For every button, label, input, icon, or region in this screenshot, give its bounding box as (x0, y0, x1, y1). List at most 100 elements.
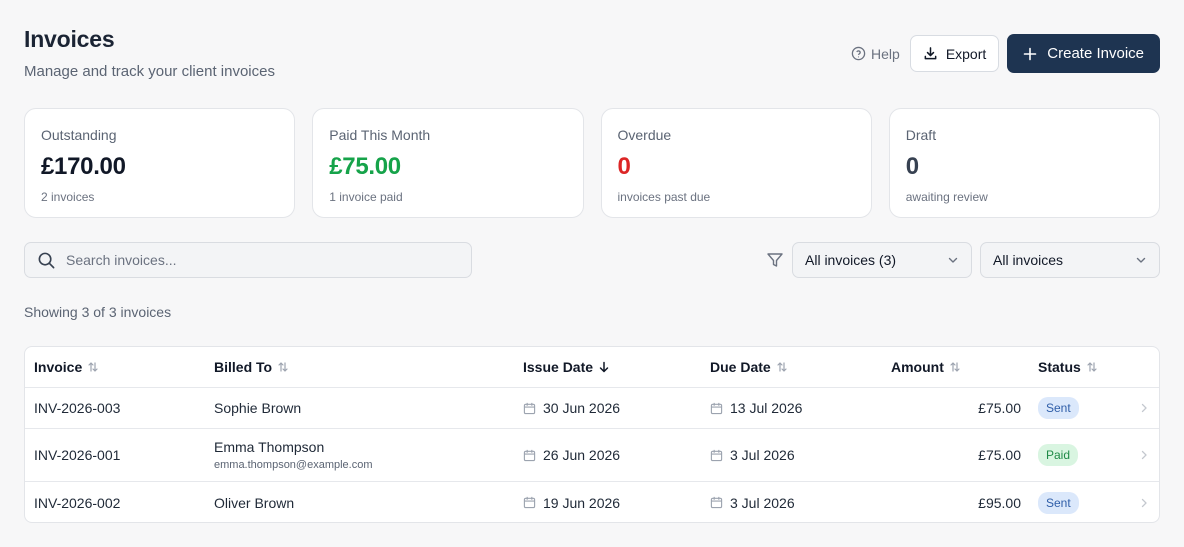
billed-to-email: emma.thompson@example.com (214, 459, 373, 471)
sort-icon (777, 362, 787, 372)
column-header-status[interactable]: Status (1038, 347, 1098, 387)
stat-card-draft: Draft 0 awaiting review (888, 108, 1160, 218)
arrow-down-icon (599, 361, 609, 373)
issue-date: 19 Jun 2026 (523, 482, 621, 522)
column-header-label: Invoice (34, 359, 83, 375)
invoice-number: INV-2026-002 (34, 494, 121, 511)
issue-date: 30 Jun 2026 (523, 388, 620, 428)
stat-note: 2 invoices (41, 190, 95, 204)
chevron-right-icon (1141, 403, 1147, 413)
invoice-number: INV-2026-003 (34, 400, 121, 416)
table-row[interactable]: INV-2026-001 Emma Thompson emma.thompson… (25, 429, 1159, 482)
column-header-billed-to[interactable]: Billed To (214, 347, 289, 387)
status-cell: Sent (1038, 482, 1079, 522)
chevron-right-icon (1141, 498, 1147, 507)
billed-to-name: Oliver Brown (214, 494, 295, 511)
column-header-amount[interactable]: Amount (891, 347, 961, 387)
stat-note: invoices past due (617, 190, 711, 204)
invoices-table: Invoice Billed To Issue Date Due Date Am… (24, 346, 1160, 523)
stat-value: £75.00 (329, 153, 401, 180)
search-input[interactable] (66, 252, 446, 268)
due-date: 3 Jul 2026 (710, 482, 795, 522)
stat-label: Overdue (617, 127, 672, 143)
calendar-icon (710, 402, 723, 414)
sort-icon (278, 362, 288, 372)
issue-date: 26 Jun 2026 (523, 429, 620, 481)
sort-icon (88, 362, 98, 372)
column-header-label: Billed To (214, 359, 273, 375)
table-row[interactable]: INV-2026-002 Oliver Brown 19 Jun 2026 3 … (25, 482, 1159, 522)
column-header-label: Amount (891, 359, 944, 375)
sort-icon (950, 362, 960, 372)
status-badge: Sent (1038, 491, 1079, 514)
billed-to-name: Emma Thompson (214, 439, 325, 455)
status-filter-select[interactable]: All invoices (3) (792, 242, 972, 278)
billed-to: Emma Thompson emma.thompson@example.com (214, 429, 373, 481)
help-label: Help (871, 45, 900, 62)
status-badge: Sent (1038, 397, 1079, 419)
chevron-right-icon (1141, 450, 1147, 460)
stat-value: 0 (617, 153, 631, 180)
stat-value: £170.00 (41, 153, 126, 180)
column-header-label: Issue Date (523, 359, 594, 375)
row-open[interactable] (1139, 429, 1149, 481)
help-circle-icon (851, 46, 866, 61)
calendar-icon (710, 449, 723, 461)
showing-count: Showing 3 of 3 invoices (24, 304, 172, 320)
due-date: 3 Jul 2026 (710, 429, 795, 481)
search-box (24, 242, 472, 278)
due-date-value: 3 Jul 2026 (730, 447, 795, 463)
table-header-row: Invoice Billed To Issue Date Due Date Am… (25, 347, 1159, 388)
period-filter-value: All invoices (993, 252, 1064, 268)
download-icon (924, 47, 937, 60)
chevron-down-icon (948, 257, 958, 263)
stats-row: Outstanding £170.00 2 invoices Paid This… (24, 108, 1160, 218)
create-invoice-button[interactable]: Create Invoice (1007, 34, 1160, 73)
page-header: Invoices Manage and track your client in… (24, 26, 275, 80)
stat-note: awaiting review (905, 190, 988, 204)
issue-date-value: 30 Jun 2026 (543, 400, 621, 416)
header-actions: Help Export Create Invoice (851, 34, 1160, 73)
amount: £95.00 (978, 494, 1021, 511)
due-date: 13 Jul 2026 (710, 388, 802, 428)
due-date-value: 13 Jul 2026 (730, 400, 803, 416)
column-header-label: Due Date (710, 359, 771, 375)
column-header-issue-date[interactable]: Issue Date (523, 347, 610, 387)
export-label: Export (945, 45, 987, 62)
due-date-value: 3 Jul 2026 (730, 494, 795, 511)
stat-card-overdue: Overdue 0 invoices past due (600, 108, 872, 218)
row-open[interactable] (1139, 388, 1149, 428)
column-header-invoice[interactable]: Invoice (34, 347, 99, 387)
calendar-icon (523, 449, 536, 461)
search-icon (38, 252, 55, 268)
table-row[interactable]: INV-2026-003 Sophie Brown 30 Jun 2026 13… (25, 388, 1159, 429)
status-filter-value: All invoices (3) (805, 252, 897, 268)
row-open[interactable] (1139, 482, 1149, 522)
stat-label: Paid This Month (329, 127, 431, 143)
issue-date-value: 19 Jun 2026 (543, 494, 621, 511)
page-subtitle: Manage and track your client invoices (24, 63, 275, 80)
invoice-number: INV-2026-001 (34, 447, 121, 463)
calendar-icon (523, 402, 536, 414)
sort-icon (1087, 362, 1097, 372)
amount: £75.00 (978, 400, 1021, 416)
stat-label: Outstanding (41, 127, 117, 143)
column-header-label: Status (1038, 359, 1081, 375)
plus-icon (1023, 47, 1037, 60)
help-link[interactable]: Help (851, 46, 900, 62)
stat-card-outstanding: Outstanding £170.00 2 invoices (24, 108, 296, 218)
create-invoice-label: Create Invoice (1047, 45, 1144, 62)
issue-date-value: 26 Jun 2026 (543, 447, 621, 463)
status-cell: Sent (1038, 388, 1079, 428)
period-filter-select[interactable]: All invoices (980, 242, 1160, 278)
export-button[interactable]: Export (909, 35, 1000, 72)
stat-note: 1 invoice paid (329, 190, 403, 204)
filter-icon (767, 253, 783, 267)
status-cell: Paid (1038, 429, 1079, 481)
status-badge: Paid (1038, 444, 1079, 466)
stat-value: 0 (905, 153, 919, 180)
amount: £75.00 (978, 447, 1021, 463)
stat-label: Draft (905, 127, 937, 143)
column-header-due-date[interactable]: Due Date (710, 347, 788, 387)
chevron-down-icon (1136, 257, 1146, 263)
